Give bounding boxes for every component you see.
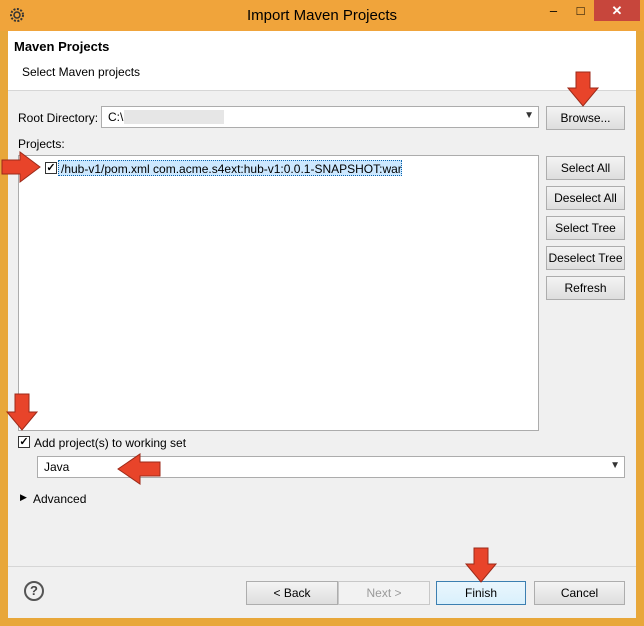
expand-triangle-icon[interactable]: ▶	[20, 492, 27, 503]
root-directory-label: Root Directory:	[18, 111, 99, 125]
working-set-label[interactable]: Add project(s) to working set	[34, 436, 186, 450]
root-directory-value: C:\	[108, 110, 124, 124]
page-subtitle: Select Maven projects	[22, 65, 141, 79]
maximize-button[interactable]: □	[567, 0, 594, 21]
root-directory-combo[interactable]: C:\ ▼	[101, 106, 539, 128]
advanced-section-label[interactable]: Advanced	[33, 492, 86, 506]
working-set-checkbox[interactable]: ✓	[18, 436, 30, 448]
cancel-button[interactable]: Cancel	[534, 581, 625, 605]
working-set-value: Java	[44, 460, 70, 474]
chevron-down-icon[interactable]: ▼	[524, 110, 534, 121]
working-set-combo[interactable]: Java ▼	[37, 456, 625, 478]
help-icon[interactable]: ?	[24, 581, 44, 601]
project-checkbox[interactable]: ✓	[45, 162, 57, 174]
close-button[interactable]: ✕	[594, 0, 640, 21]
minimize-button[interactable]: –	[540, 0, 567, 21]
page-title: Maven Projects	[14, 39, 110, 54]
select-all-button[interactable]: Select All	[546, 156, 625, 180]
back-button[interactable]: < Back	[246, 581, 338, 605]
title-bar: Import Maven Projects – □ ✕	[0, 0, 644, 31]
next-button: Next >	[338, 581, 430, 605]
import-maven-projects-window: Import Maven Projects – □ ✕ Maven Projec…	[0, 0, 644, 626]
chevron-down-icon[interactable]: ▼	[610, 460, 620, 471]
dialog-client-area: Maven Projects Select Maven projects Roo…	[8, 31, 636, 618]
wizard-header: Maven Projects Select Maven projects	[8, 31, 636, 91]
deselect-tree-button[interactable]: Deselect Tree	[546, 246, 625, 270]
browse-button[interactable]: Browse...	[546, 106, 625, 130]
select-tree-button[interactable]: Select Tree	[546, 216, 625, 240]
refresh-button[interactable]: Refresh	[546, 276, 625, 300]
finish-button[interactable]: Finish	[436, 581, 526, 605]
redacted-path	[124, 110, 224, 124]
projects-tree[interactable]: ✓ /hub-v1/pom.xml com.acme.s4ext:hub-v1:…	[18, 155, 539, 431]
footer-divider	[8, 566, 636, 567]
deselect-all-button[interactable]: Deselect All	[546, 186, 625, 210]
projects-label: Projects:	[18, 137, 65, 151]
project-item[interactable]: /hub-v1/pom.xml com.acme.s4ext:hub-v1:0.…	[58, 160, 402, 176]
